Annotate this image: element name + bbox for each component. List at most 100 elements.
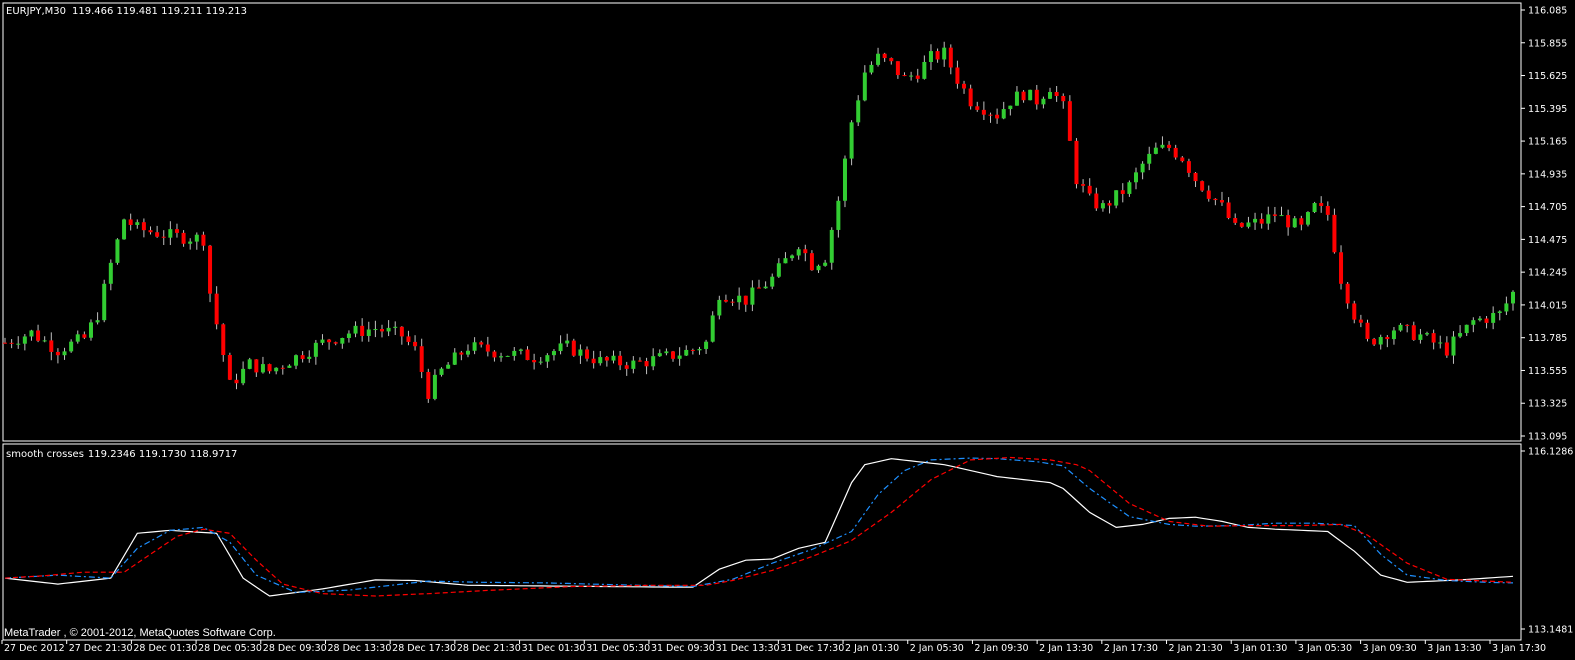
candle[interactable] bbox=[1206, 185, 1211, 202]
candle[interactable] bbox=[1021, 90, 1026, 103]
candle[interactable] bbox=[1352, 300, 1357, 324]
candle[interactable] bbox=[928, 44, 933, 70]
candle[interactable] bbox=[439, 367, 444, 377]
candle[interactable] bbox=[55, 348, 60, 364]
candle[interactable] bbox=[393, 321, 398, 335]
candle[interactable] bbox=[181, 230, 186, 247]
candle[interactable] bbox=[1246, 216, 1251, 229]
candle[interactable] bbox=[42, 336, 47, 343]
candle[interactable] bbox=[313, 339, 318, 365]
candle[interactable] bbox=[750, 280, 755, 312]
candle[interactable] bbox=[975, 101, 980, 112]
candle[interactable] bbox=[968, 84, 973, 110]
candle[interactable] bbox=[1107, 200, 1112, 214]
candle[interactable] bbox=[49, 332, 54, 361]
candle[interactable] bbox=[161, 230, 166, 246]
candle[interactable] bbox=[360, 318, 365, 342]
candle[interactable] bbox=[1292, 215, 1297, 228]
candle[interactable] bbox=[452, 348, 457, 366]
candle[interactable] bbox=[710, 311, 715, 343]
candle[interactable] bbox=[565, 333, 570, 347]
candle[interactable] bbox=[62, 347, 67, 360]
candle[interactable] bbox=[909, 71, 914, 81]
candle[interactable] bbox=[16, 336, 21, 349]
candle[interactable] bbox=[201, 231, 206, 251]
candle[interactable] bbox=[948, 44, 953, 75]
candle[interactable] bbox=[644, 357, 649, 375]
candle[interactable] bbox=[1048, 87, 1053, 100]
candle[interactable] bbox=[624, 361, 629, 376]
candle[interactable] bbox=[386, 320, 391, 337]
candle[interactable] bbox=[796, 247, 801, 260]
candle[interactable] bbox=[472, 337, 477, 355]
candle[interactable] bbox=[88, 319, 93, 341]
candle[interactable] bbox=[935, 48, 940, 63]
candle[interactable] bbox=[1153, 142, 1158, 155]
candle[interactable] bbox=[1491, 306, 1496, 330]
candle[interactable] bbox=[1484, 315, 1489, 329]
candle[interactable] bbox=[426, 368, 431, 403]
candle[interactable] bbox=[856, 95, 861, 127]
candle[interactable] bbox=[618, 351, 623, 371]
candle[interactable] bbox=[280, 365, 285, 375]
candle[interactable] bbox=[1008, 105, 1013, 116]
candle[interactable] bbox=[1504, 296, 1509, 316]
candle[interactable] bbox=[1259, 213, 1264, 229]
candle[interactable] bbox=[571, 338, 576, 357]
candle[interactable] bbox=[108, 259, 113, 291]
candle[interactable] bbox=[1114, 190, 1119, 209]
candle[interactable] bbox=[122, 218, 127, 240]
candle[interactable] bbox=[809, 250, 814, 271]
candle[interactable] bbox=[353, 321, 358, 338]
candle[interactable] bbox=[1120, 183, 1125, 203]
candle[interactable] bbox=[1173, 144, 1178, 160]
candle[interactable] bbox=[3, 337, 7, 344]
candle[interactable] bbox=[1200, 180, 1205, 192]
candle[interactable] bbox=[889, 57, 894, 65]
candle[interactable] bbox=[406, 330, 411, 346]
candle[interactable] bbox=[9, 339, 14, 349]
candle[interactable] bbox=[82, 331, 87, 340]
candle[interactable] bbox=[684, 345, 689, 356]
candle[interactable] bbox=[591, 350, 596, 369]
candle[interactable] bbox=[532, 353, 537, 370]
candle[interactable] bbox=[36, 324, 41, 343]
candle[interactable] bbox=[1325, 201, 1330, 221]
candle[interactable] bbox=[862, 65, 867, 102]
candle[interactable] bbox=[102, 279, 107, 323]
candle[interactable] bbox=[188, 238, 193, 250]
candle[interactable] bbox=[247, 357, 252, 370]
candle[interactable] bbox=[155, 225, 160, 238]
candle[interactable] bbox=[1444, 336, 1449, 358]
candle[interactable] bbox=[1054, 85, 1059, 102]
candle[interactable] bbox=[366, 321, 371, 342]
candle[interactable] bbox=[499, 352, 504, 362]
candle[interactable] bbox=[346, 330, 351, 343]
candle[interactable] bbox=[1147, 146, 1152, 171]
candle[interactable] bbox=[558, 335, 563, 355]
candle[interactable] bbox=[1067, 95, 1072, 141]
candle[interactable] bbox=[1014, 86, 1019, 106]
candle[interactable] bbox=[611, 350, 616, 364]
candle[interactable] bbox=[671, 350, 676, 362]
candle[interactable] bbox=[882, 52, 887, 62]
candle[interactable] bbox=[942, 41, 947, 67]
candle[interactable] bbox=[1477, 316, 1482, 322]
candle[interactable] bbox=[1041, 96, 1046, 109]
candle[interactable] bbox=[664, 348, 669, 356]
candle[interactable] bbox=[962, 80, 967, 94]
candle[interactable] bbox=[1497, 310, 1502, 321]
candle[interactable] bbox=[1451, 331, 1456, 364]
candle[interactable] bbox=[492, 350, 497, 362]
candle[interactable] bbox=[803, 244, 808, 262]
candle[interactable] bbox=[399, 326, 404, 345]
candle[interactable] bbox=[413, 335, 418, 351]
candle[interactable] bbox=[585, 346, 590, 362]
candle[interactable] bbox=[294, 354, 299, 370]
candle[interactable] bbox=[1034, 84, 1039, 110]
candle[interactable] bbox=[1438, 335, 1443, 349]
candle[interactable] bbox=[525, 346, 530, 361]
price-candles[interactable] bbox=[3, 41, 1515, 403]
candle[interactable] bbox=[208, 244, 213, 303]
candle[interactable] bbox=[333, 341, 338, 346]
